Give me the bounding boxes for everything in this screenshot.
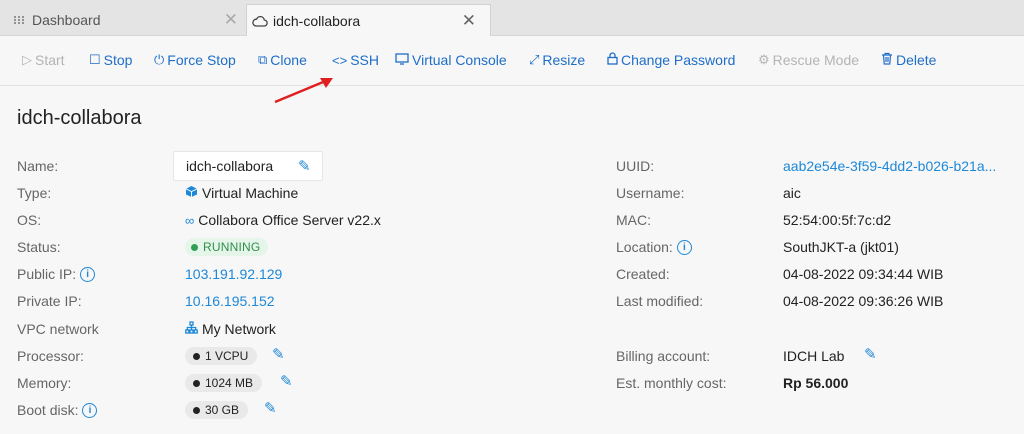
location-label: Location: i (616, 237, 692, 257)
edit-boot-disk-pencil-icon[interactable]: ✎ (264, 399, 277, 417)
stop-icon: ☐ (89, 52, 101, 67)
edit-memory-pencil-icon[interactable]: ✎ (280, 372, 293, 390)
delete-button[interactable]: Delete (881, 52, 936, 68)
monthly-cost-label: Est. monthly cost: (616, 375, 727, 391)
edit-processor-pencil-icon[interactable]: ✎ (272, 345, 285, 363)
ssh-button[interactable]: <> SSH (332, 52, 379, 68)
name-field[interactable]: idch-collabora ✎ (173, 151, 323, 181)
tab-idch-collabora[interactable]: idch-collabora ✕ (246, 4, 491, 37)
bullet-icon (193, 379, 200, 387)
info-icon[interactable]: i (80, 266, 96, 282)
close-tab-icon[interactable]: ✕ (224, 10, 238, 30)
virtual-console-button[interactable]: Virtual Console (395, 52, 507, 68)
info-icon[interactable]: i (676, 239, 692, 255)
monitor-icon (395, 52, 409, 68)
username-label: Username: (616, 185, 685, 201)
close-tab-icon[interactable]: ✕ (462, 11, 476, 31)
private-ip-label: Private IP: (17, 293, 82, 309)
clone-button[interactable]: ⧉ Clone (258, 52, 307, 68)
change-password-button[interactable]: Change Password (607, 52, 735, 68)
memory-value: 1024 MB (185, 373, 263, 393)
status-label: Status: (17, 239, 61, 255)
boot-disk-value: 30 GB (185, 400, 249, 420)
infinity-icon: ∞ (185, 212, 195, 228)
power-icon: ⏻ (154, 52, 165, 67)
force-stop-button[interactable]: ⏻ Force Stop (154, 52, 236, 68)
action-toolbar: ▷ Start ☐ Stop ⏻ Force Stop ⧉ Clone <> SSH Vi… (0, 36, 1024, 86)
mac-value: 52:54:00:5f:7c:d2 (783, 212, 892, 228)
start-button[interactable]: ▷ Start (22, 52, 65, 68)
network-icon (185, 321, 198, 337)
cube-icon (185, 185, 198, 201)
code-icon: <> (332, 52, 348, 68)
monthly-cost-value: Rp 56.000 (783, 375, 849, 391)
page-title: idch-collabora (17, 107, 142, 129)
tab-dashboard-label: Dashboard (32, 12, 101, 28)
play-icon: ▷ (22, 52, 32, 67)
tab-dashboard[interactable]: Dashboard ✕ (6, 4, 242, 36)
status-dot-icon (191, 243, 198, 251)
os-label: OS: (17, 212, 42, 228)
bullet-icon (193, 352, 200, 360)
cloud-icon (247, 15, 273, 27)
public-ip-value[interactable]: 103.191.92.129 (185, 264, 282, 284)
last-modified-label: Last modified: (616, 293, 704, 309)
stop-button[interactable]: ☐ Stop (89, 52, 132, 68)
type-value: Virtual Machine (185, 183, 298, 203)
location-value: SouthJKT-a (jkt01) (783, 239, 899, 255)
vpc-value[interactable]: My Network (185, 319, 276, 339)
billing-account-value: IDCH Lab (783, 348, 845, 364)
grid-icon (6, 15, 32, 25)
copy-icon: ⧉ (258, 52, 268, 67)
billing-account-label: Billing account: (616, 348, 711, 364)
edit-billing-pencil-icon[interactable]: ✎ (864, 345, 877, 363)
mac-label: MAC: (616, 212, 651, 228)
memory-label: Memory: (17, 375, 72, 391)
last-modified-value: 04-08-2022 09:36:26 WIB (783, 293, 944, 309)
name-row: Name: (17, 158, 59, 174)
boot-disk-label: Boot disk: i (17, 400, 98, 420)
bullet-icon (193, 406, 200, 414)
lifebuoy-icon: ⚙ (758, 52, 770, 67)
username-value: aic (783, 185, 801, 201)
type-label: Type: (17, 185, 52, 201)
created-value: 04-08-2022 09:34:44 WIB (783, 266, 944, 282)
rescue-mode-button[interactable]: ⚙ Rescue Mode (758, 52, 859, 68)
trash-icon (881, 52, 893, 68)
edit-name-pencil-icon[interactable]: ✎ (298, 157, 311, 175)
processor-value: 1 VCPU (185, 346, 258, 366)
lock-icon (607, 52, 618, 68)
status-badge: RUNNING (185, 237, 269, 257)
uuid-label: UUID: (616, 158, 655, 174)
resize-icon: ⤢ (529, 52, 540, 67)
created-label: Created: (616, 266, 670, 282)
public-ip-label: Public IP: i (17, 264, 96, 284)
tab-idch-collabora-label: idch-collabora (273, 13, 361, 29)
os-value: ∞ Collabora Office Server v22.x (185, 212, 381, 228)
vm-detail-page: ▷ Start ☐ Stop ⏻ Force Stop ⧉ Clone <> SSH Vi… (0, 36, 1024, 434)
resize-button[interactable]: ⤢ Resize (529, 52, 585, 68)
processor-label: Processor: (17, 348, 84, 364)
tab-bar: Dashboard ✕ idch-collabora ✕ (0, 0, 1024, 37)
annotation-arrow-icon (274, 78, 333, 104)
uuid-value[interactable]: aab2e54e-3f59-4dd2-b026-b21a... (783, 156, 996, 176)
vpc-label: VPC network (17, 321, 99, 337)
info-icon[interactable]: i (82, 402, 98, 418)
private-ip-value[interactable]: 10.16.195.152 (185, 291, 275, 311)
